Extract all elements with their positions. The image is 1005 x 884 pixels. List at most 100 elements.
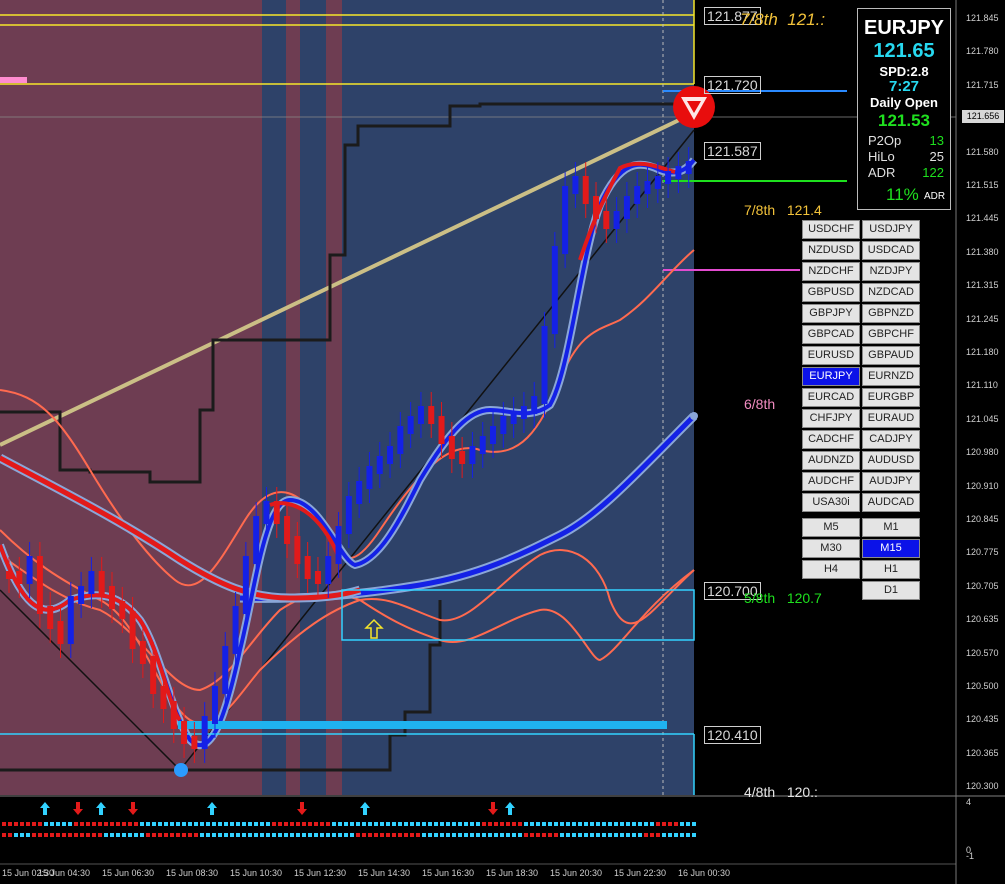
time-tick: 15 Jun 16:30 (422, 868, 475, 878)
signal-dot (662, 833, 666, 837)
candle (356, 481, 363, 504)
pair-button-audjpy[interactable]: AUDJPY (862, 472, 920, 491)
price-tick: 121.580 (966, 146, 999, 157)
signal-dot (638, 822, 642, 826)
signal-dot (206, 833, 210, 837)
signal-dot (44, 833, 48, 837)
pair-button-audnzd[interactable]: AUDNZD (802, 451, 860, 470)
signal-dot (530, 833, 534, 837)
candle (150, 656, 157, 694)
candle (407, 416, 414, 434)
signal-dot (434, 822, 438, 826)
candle (459, 451, 466, 464)
signal-dot (692, 822, 696, 826)
candle (119, 601, 126, 619)
pair-button-audchf[interactable]: AUDCHF (802, 472, 860, 491)
signal-dot (554, 822, 558, 826)
signal-dot (368, 833, 372, 837)
signal-dot (476, 822, 480, 826)
timeframe-button-m5[interactable]: M5 (802, 518, 860, 537)
pair-button-eurcad[interactable]: EURCAD (802, 388, 860, 407)
timeframe-button-h4[interactable]: H4 (802, 560, 860, 579)
signal-dot (236, 833, 240, 837)
signal-dot (14, 833, 18, 837)
pair-button-gbpusd[interactable]: GBPUSD (802, 283, 860, 302)
current-price-tag: 121.656 (962, 110, 1004, 123)
signal-dot (290, 833, 294, 837)
signal-dot (326, 833, 330, 837)
price-tick: 121.515 (966, 180, 999, 190)
level-label-121587: 121.587 (704, 142, 761, 160)
signal-dot (218, 833, 222, 837)
timeframe-button-m30[interactable]: M30 (802, 539, 860, 558)
signal-dot (50, 822, 54, 826)
signal-dot (296, 833, 300, 837)
candle (253, 516, 260, 564)
pair-button-gbpchf[interactable]: GBPCHF (862, 325, 920, 344)
pair-button-chfjpy[interactable]: CHFJPY (802, 409, 860, 428)
signal-dot (368, 822, 372, 826)
pair-button-eurgbp[interactable]: EURGBP (862, 388, 920, 407)
signal-dot (26, 822, 30, 826)
pair-button-gbpcad[interactable]: GBPCAD (802, 325, 860, 344)
pair-button-gbpjpy[interactable]: GBPJPY (802, 304, 860, 323)
pair-button-gbpnzd[interactable]: GBPNZD (862, 304, 920, 323)
pair-button-nzdusd[interactable]: NZDUSD (802, 241, 860, 260)
info-symbol: EURJPY (863, 17, 945, 39)
timeframe-button-m15[interactable]: M15 (862, 539, 920, 558)
price-tick: 120.500 (966, 681, 999, 691)
timeframe-button-m1[interactable]: M1 (862, 518, 920, 537)
price-tick: 120.635 (966, 614, 999, 625)
candle (263, 501, 270, 524)
pair-button-eurnzd[interactable]: EURNZD (862, 367, 920, 386)
pair-button-audusd[interactable]: AUDUSD (862, 451, 920, 470)
pair-button-gbpaud[interactable]: GBPAUD (862, 346, 920, 365)
candle (531, 396, 538, 414)
pair-button-usdchf[interactable]: USDCHF (802, 220, 860, 239)
signal-dot (92, 833, 96, 837)
signal-dot (572, 822, 576, 826)
pair-button-eurusd[interactable]: EURUSD (802, 346, 860, 365)
pair-button-nzdjpy[interactable]: NZDJPY (862, 262, 920, 281)
candle (562, 186, 569, 254)
time-tick: 15 Jun 10:30 (230, 868, 283, 878)
pair-button-nzdcad[interactable]: NZDCAD (862, 283, 920, 302)
signal-dot (290, 822, 294, 826)
signal-dot (458, 833, 462, 837)
signal-dot (392, 833, 396, 837)
pair-button-audcad[interactable]: AUDCAD (862, 493, 920, 512)
swing-low-dot (174, 763, 188, 777)
timeframe-button-h1[interactable]: H1 (862, 560, 920, 579)
signal-dot (146, 833, 150, 837)
signal-dot (38, 822, 42, 826)
candle (98, 571, 105, 594)
pair-button-euraud[interactable]: EURAUD (862, 409, 920, 428)
signal-dot (344, 833, 348, 837)
signal-dot (506, 822, 510, 826)
candle (665, 171, 672, 184)
pair-button-nzdchf[interactable]: NZDCHF (802, 262, 860, 281)
signal-dot (416, 833, 420, 837)
signal-dot (584, 822, 588, 826)
timeframe-button-d1[interactable]: D1 (862, 581, 920, 600)
candle (675, 166, 682, 179)
pair-button-usdjpy[interactable]: USDJPY (862, 220, 920, 239)
price-tick: 121.110 (966, 380, 998, 391)
pair-button-eurjpy[interactable]: EURJPY (802, 367, 860, 386)
pair-button-usa30i[interactable]: USA30i (802, 493, 860, 512)
signal-dot (62, 822, 66, 826)
pair-button-cadjpy[interactable]: CADJPY (862, 430, 920, 449)
candle (572, 176, 579, 194)
pair-button-usdcad[interactable]: USDCAD (862, 241, 920, 260)
pair-button-cadchf[interactable]: CADCHF (802, 430, 860, 449)
signal-dot (20, 833, 24, 837)
signal-dot (668, 833, 672, 837)
candle (284, 516, 291, 544)
signal-dot (170, 822, 174, 826)
signal-dot (2, 822, 6, 826)
candle (170, 701, 177, 729)
signal-dot (440, 822, 444, 826)
price-tick: 121.180 (966, 347, 999, 357)
signal-dot (590, 822, 594, 826)
candle (438, 416, 445, 444)
